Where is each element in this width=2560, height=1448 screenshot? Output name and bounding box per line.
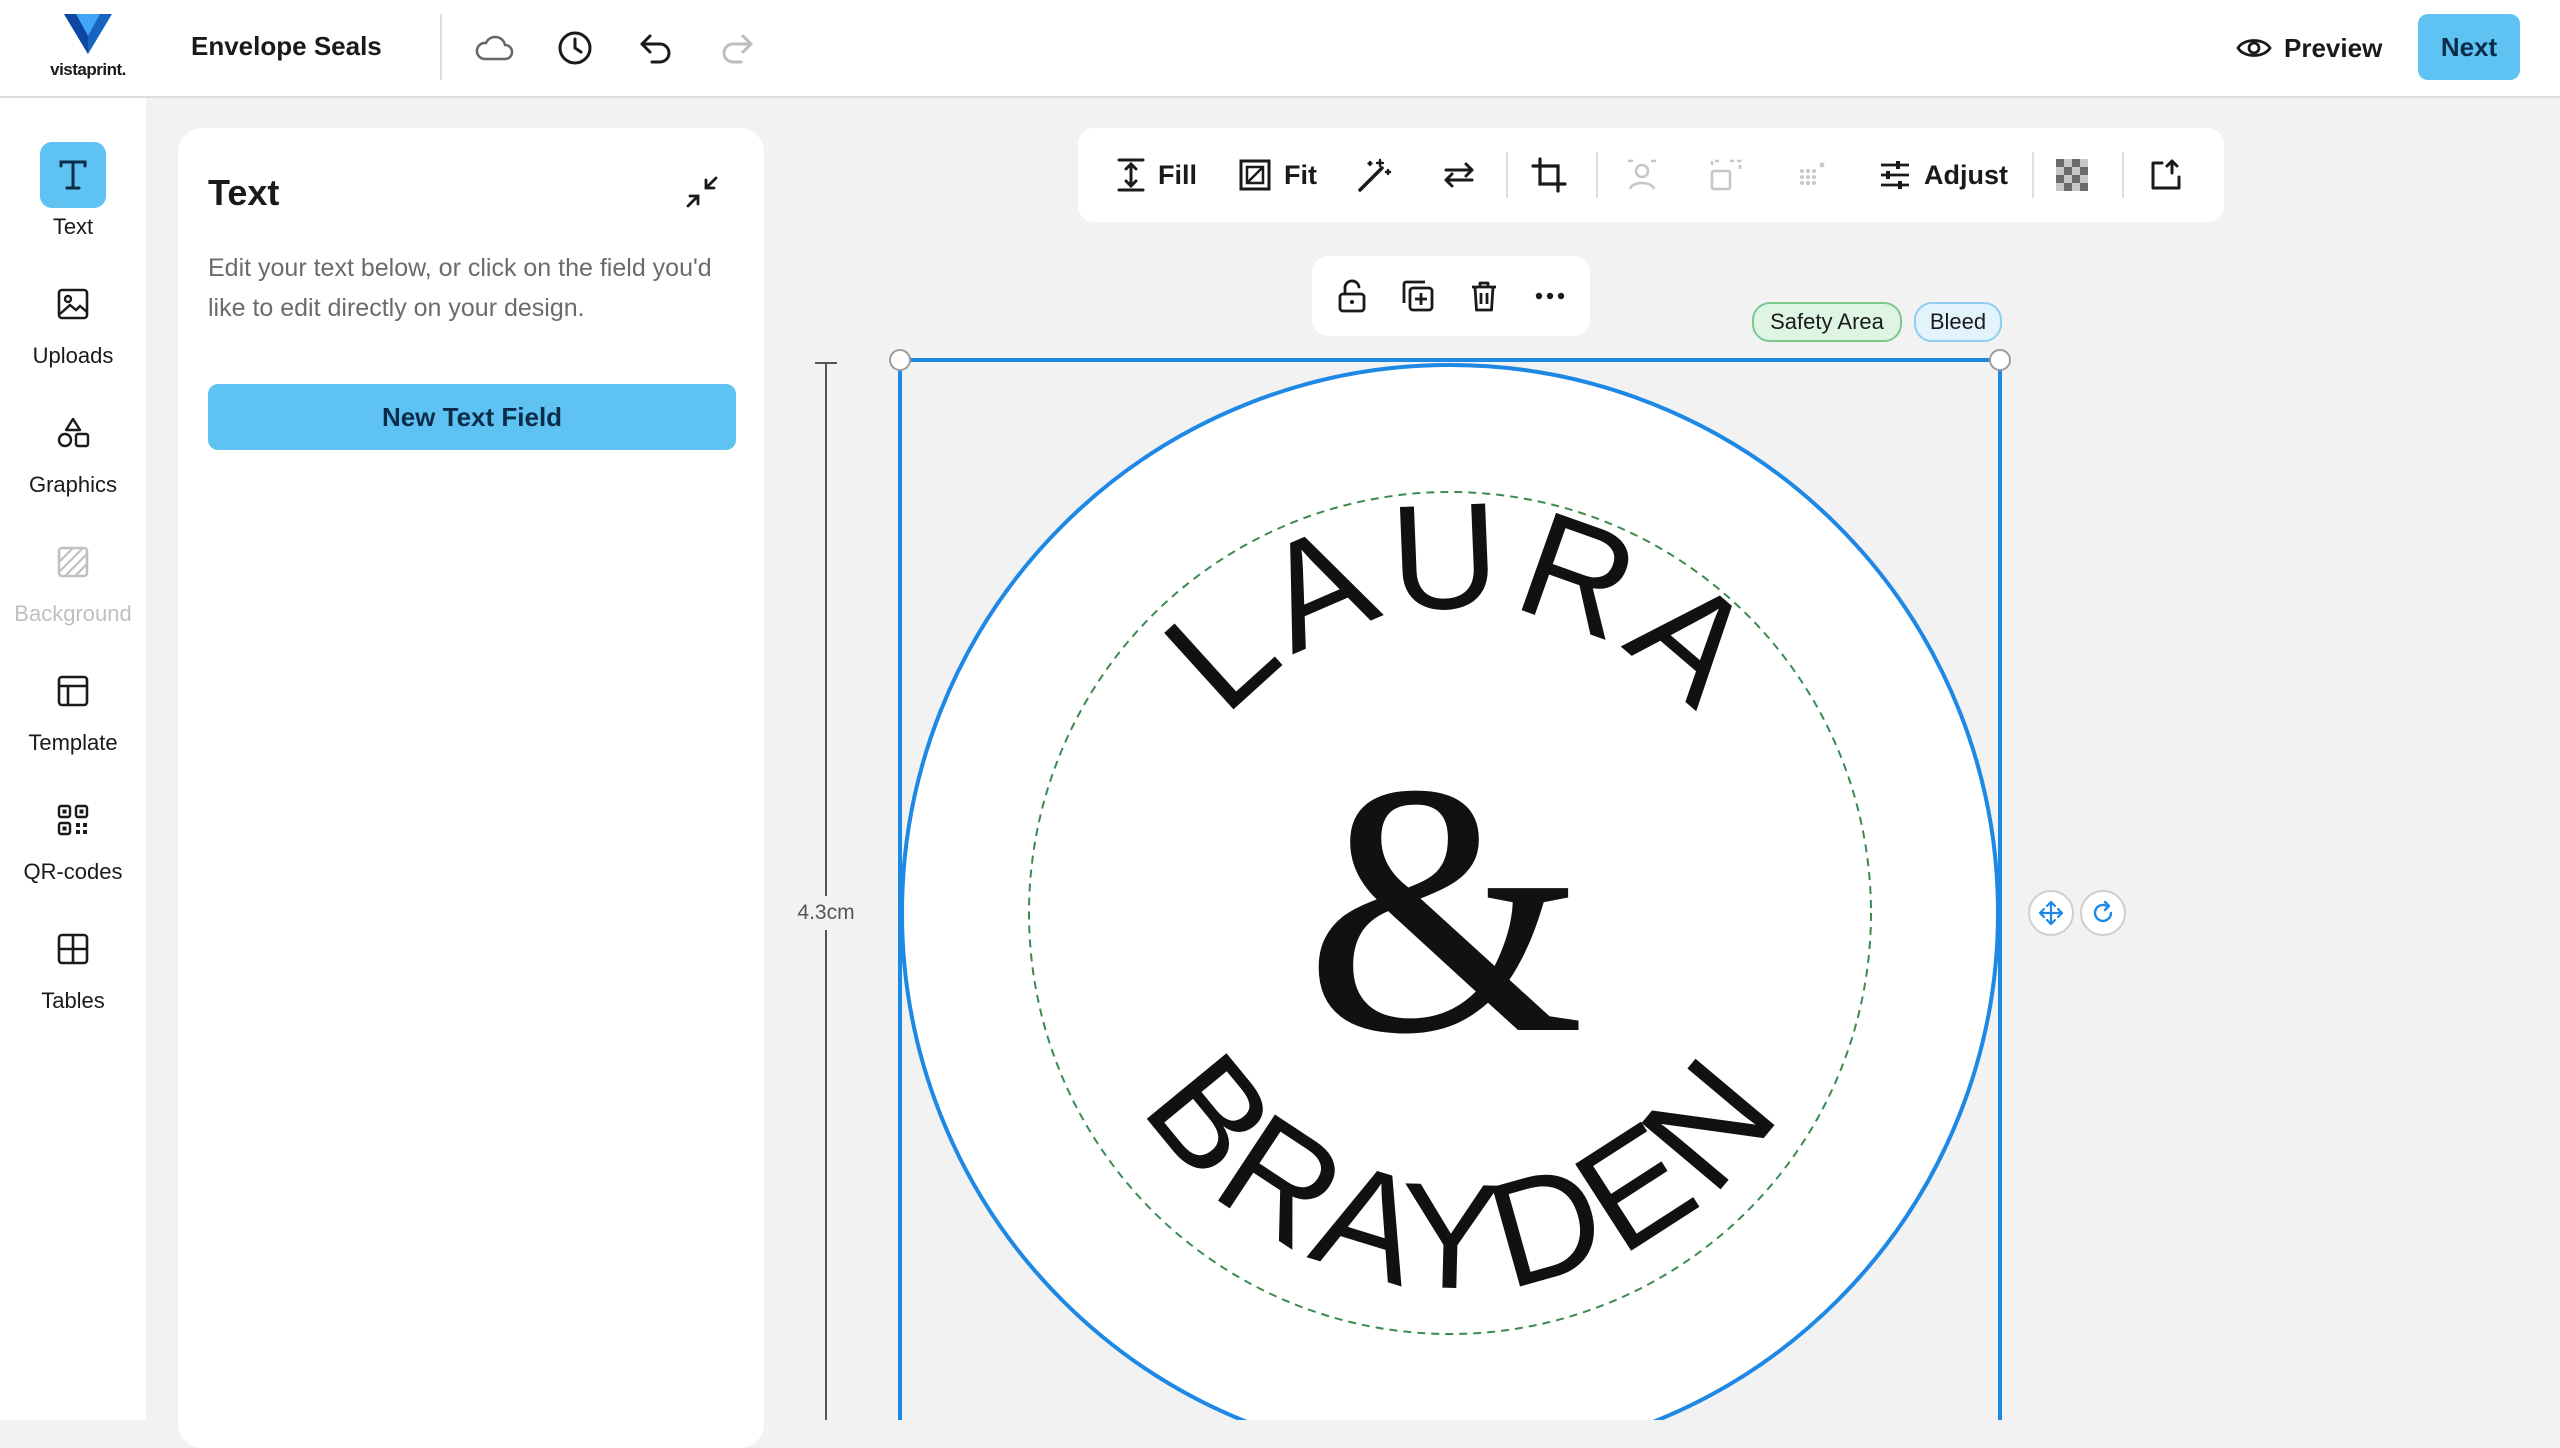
resize-handle[interactable] bbox=[1989, 349, 2011, 371]
collapse-panel-icon[interactable] bbox=[680, 170, 724, 214]
text-icon bbox=[40, 142, 106, 208]
shapes-icon bbox=[40, 400, 106, 466]
design-text-ampersand[interactable]: & bbox=[1305, 709, 1585, 1108]
fill-label: Fill bbox=[1158, 159, 1197, 190]
height-ruler bbox=[825, 362, 827, 1420]
left-tool-rail: Text Uploads Graphics Background Templat… bbox=[0, 98, 146, 1420]
fill-icon bbox=[1117, 158, 1145, 192]
sparkle-grid-icon bbox=[1794, 150, 1830, 200]
transparency-icon[interactable] bbox=[2056, 150, 2088, 200]
preview-label: Preview bbox=[2284, 32, 2383, 63]
adjust-label: Adjust bbox=[1924, 159, 2008, 190]
magic-edit-icon[interactable] bbox=[1356, 150, 1394, 200]
resize-handle[interactable] bbox=[889, 349, 911, 371]
rail-label: Template bbox=[28, 730, 118, 755]
height-ruler-label: 4.3cm bbox=[788, 896, 864, 930]
rail-label: Graphics bbox=[28, 472, 118, 497]
rail-item-graphics[interactable]: Graphics bbox=[0, 400, 146, 520]
undo-icon[interactable] bbox=[632, 24, 680, 72]
eye-icon bbox=[2236, 39, 2272, 57]
rotate-handle-icon[interactable] bbox=[2080, 890, 2126, 936]
arrange-icon[interactable] bbox=[2148, 150, 2184, 200]
rail-label: Background bbox=[14, 601, 132, 626]
new-text-field-button[interactable]: New Text Field bbox=[208, 384, 736, 450]
unlock-icon[interactable] bbox=[1328, 272, 1376, 320]
document-title[interactable]: Envelope Seals bbox=[191, 31, 382, 62]
image-toolbar: Fill Fit Adjust bbox=[1078, 128, 2224, 222]
background-icon bbox=[40, 529, 106, 595]
delete-icon[interactable] bbox=[1460, 272, 1508, 320]
design-canvas[interactable]: LAURA & BRAYDEN bbox=[880, 340, 2020, 1420]
toolbar-divider bbox=[1506, 152, 1508, 198]
cloud-save-icon[interactable] bbox=[470, 24, 518, 72]
redo-icon[interactable] bbox=[713, 24, 761, 72]
fit-icon bbox=[1239, 159, 1271, 191]
rail-item-background: Background bbox=[0, 529, 146, 649]
more-options-icon[interactable] bbox=[1526, 272, 1574, 320]
move-handle-icon[interactable] bbox=[2028, 890, 2074, 936]
template-icon bbox=[40, 658, 106, 724]
next-button[interactable]: Next bbox=[2418, 14, 2520, 80]
replace-icon[interactable] bbox=[1440, 150, 1478, 200]
remove-background-icon bbox=[1624, 150, 1660, 200]
divider bbox=[440, 14, 442, 80]
rail-item-text[interactable]: Text bbox=[0, 142, 146, 262]
rail-item-uploads[interactable]: Uploads bbox=[0, 271, 146, 391]
rail-item-tables[interactable]: Tables bbox=[0, 916, 146, 1036]
rail-label: QR-codes bbox=[23, 859, 123, 884]
qr-code-icon bbox=[40, 787, 106, 853]
element-context-toolbar bbox=[1312, 256, 1590, 336]
logo-text: vistaprint. bbox=[50, 60, 126, 79]
rail-label: Uploads bbox=[32, 343, 114, 368]
image-icon bbox=[40, 271, 106, 337]
fit-label: Fit bbox=[1284, 159, 1317, 190]
text-panel: Text Edit your text below, or click on t… bbox=[178, 128, 764, 1448]
toolbar-divider bbox=[2032, 152, 2034, 198]
toolbar-divider bbox=[2122, 152, 2124, 198]
rail-item-template[interactable]: Template bbox=[0, 658, 146, 778]
adjust-icon bbox=[1881, 161, 1909, 189]
crop-icon[interactable] bbox=[1530, 150, 1568, 200]
bleed-badge[interactable]: Bleed bbox=[1914, 302, 2002, 342]
safety-area-badge[interactable]: Safety Area bbox=[1752, 302, 1902, 342]
rail-label: Tables bbox=[41, 988, 105, 1013]
rail-item-qr-codes[interactable]: QR-codes bbox=[0, 787, 146, 907]
adjust-button[interactable]: Adjust bbox=[1878, 150, 2008, 200]
toolbar-divider bbox=[1596, 152, 1598, 198]
fill-button[interactable]: Fill bbox=[1116, 150, 1197, 200]
duplicate-icon[interactable] bbox=[1394, 272, 1442, 320]
panel-description: Edit your text below, or click on the fi… bbox=[208, 254, 712, 322]
panel-title: Text bbox=[208, 172, 280, 213]
history-icon[interactable] bbox=[551, 24, 599, 72]
rail-label: Text bbox=[52, 214, 94, 239]
upscale-icon bbox=[1708, 150, 1744, 200]
vistaprint-logo-mark bbox=[64, 14, 112, 54]
top-bar: vistaprint. Envelope Seals Preview Next bbox=[0, 0, 2560, 98]
preview-button[interactable]: Preview bbox=[2236, 22, 2382, 74]
vistaprint-logo[interactable]: vistaprint. bbox=[40, 10, 136, 86]
table-icon bbox=[40, 916, 106, 982]
fit-button[interactable]: Fit bbox=[1238, 150, 1317, 200]
